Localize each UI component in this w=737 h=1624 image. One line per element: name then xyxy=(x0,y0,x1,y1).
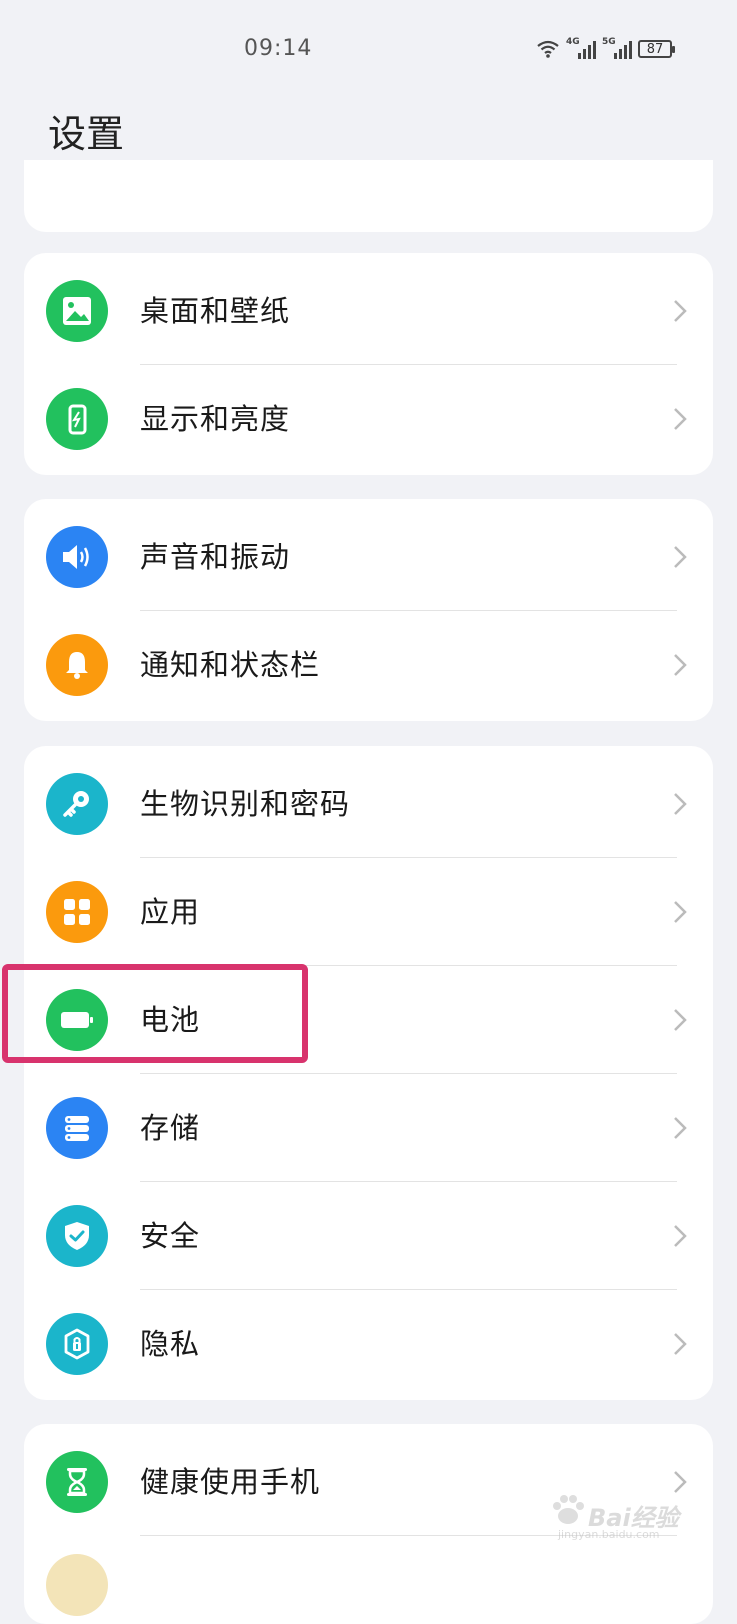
apps-grid-icon xyxy=(46,881,108,943)
chevron-right-icon xyxy=(674,408,687,430)
battery-status-icon: 87 xyxy=(638,40,675,58)
settings-item-label: 隐私 xyxy=(140,1327,201,1361)
settings-group-system: 生物识别和密码 应用 电池 存储 安全 隐私 xyxy=(24,746,713,1400)
settings-card-partial xyxy=(24,160,713,232)
display-icon xyxy=(46,388,108,450)
cell-signal-2-icon: 5G xyxy=(602,37,632,59)
settings-item-storage[interactable]: 存储 xyxy=(24,1074,713,1182)
settings-item-label: 存储 xyxy=(140,1111,201,1145)
settings-item-label: 电池 xyxy=(140,1003,201,1037)
settings-item-label: 健康使用手机 xyxy=(140,1465,321,1499)
status-bar: 09:14 4G 5G 87 xyxy=(0,0,737,100)
settings-item-label: 桌面和壁纸 xyxy=(140,294,291,328)
key-icon xyxy=(46,773,108,835)
network-type-1: 4G xyxy=(566,37,580,47)
wifi-icon xyxy=(537,40,559,58)
battery-level: 87 xyxy=(646,41,664,57)
bell-icon xyxy=(46,634,108,696)
settings-item-display[interactable]: 显示和亮度 xyxy=(24,365,713,473)
storage-icon xyxy=(46,1097,108,1159)
chevron-right-icon xyxy=(674,901,687,923)
chevron-right-icon xyxy=(674,1009,687,1031)
settings-item-sound[interactable]: 声音和振动 xyxy=(24,503,713,611)
chevron-right-icon xyxy=(674,300,687,322)
privacy-lock-icon xyxy=(46,1313,108,1375)
settings-item-label: 通知和状态栏 xyxy=(140,648,321,682)
settings-item-notifications[interactable]: 通知和状态栏 xyxy=(24,611,713,719)
baidu-watermark: Bai经验 jingyan.baidu.com xyxy=(548,1492,698,1541)
shield-icon xyxy=(46,1205,108,1267)
settings-item-privacy[interactable]: 隐私 xyxy=(24,1290,713,1398)
settings-group-sound: 声音和振动 通知和状态栏 xyxy=(24,499,713,721)
settings-item-label: 生物识别和密码 xyxy=(140,787,351,821)
settings-item-label: 应用 xyxy=(140,895,201,929)
chevron-right-icon xyxy=(674,1117,687,1139)
settings-item-apps[interactable]: 应用 xyxy=(24,858,713,966)
next-item-icon-partial xyxy=(46,1554,108,1616)
settings-item-wallpaper[interactable]: 桌面和壁纸 xyxy=(24,257,713,365)
chevron-right-icon xyxy=(674,1333,687,1355)
settings-item-battery[interactable]: 电池 xyxy=(24,966,713,1074)
speaker-icon xyxy=(46,526,108,588)
settings-item-security[interactable]: 安全 xyxy=(24,1182,713,1290)
status-icons: 4G 5G 87 xyxy=(536,36,675,62)
hourglass-icon xyxy=(46,1451,108,1513)
chevron-right-icon xyxy=(674,1225,687,1247)
chevron-right-icon xyxy=(674,793,687,815)
settings-item-label: 声音和振动 xyxy=(140,540,291,574)
battery-icon xyxy=(46,989,108,1051)
wallpaper-icon xyxy=(46,280,108,342)
status-time: 09:14 xyxy=(244,36,313,61)
paw-logo-icon xyxy=(553,1495,584,1524)
settings-item-label: 安全 xyxy=(140,1219,201,1253)
chevron-right-icon xyxy=(674,546,687,568)
settings-group-display: 桌面和壁纸 显示和亮度 xyxy=(24,253,713,475)
cell-signal-1-icon: 4G xyxy=(566,37,596,59)
settings-item-label: 显示和亮度 xyxy=(140,402,291,436)
network-type-2: 5G xyxy=(602,37,616,47)
chevron-right-icon xyxy=(674,654,687,676)
page-title: 设置 xyxy=(48,112,125,156)
watermark-url: jingyan.baidu.com xyxy=(558,1528,660,1541)
settings-item-biometrics[interactable]: 生物识别和密码 xyxy=(24,750,713,858)
